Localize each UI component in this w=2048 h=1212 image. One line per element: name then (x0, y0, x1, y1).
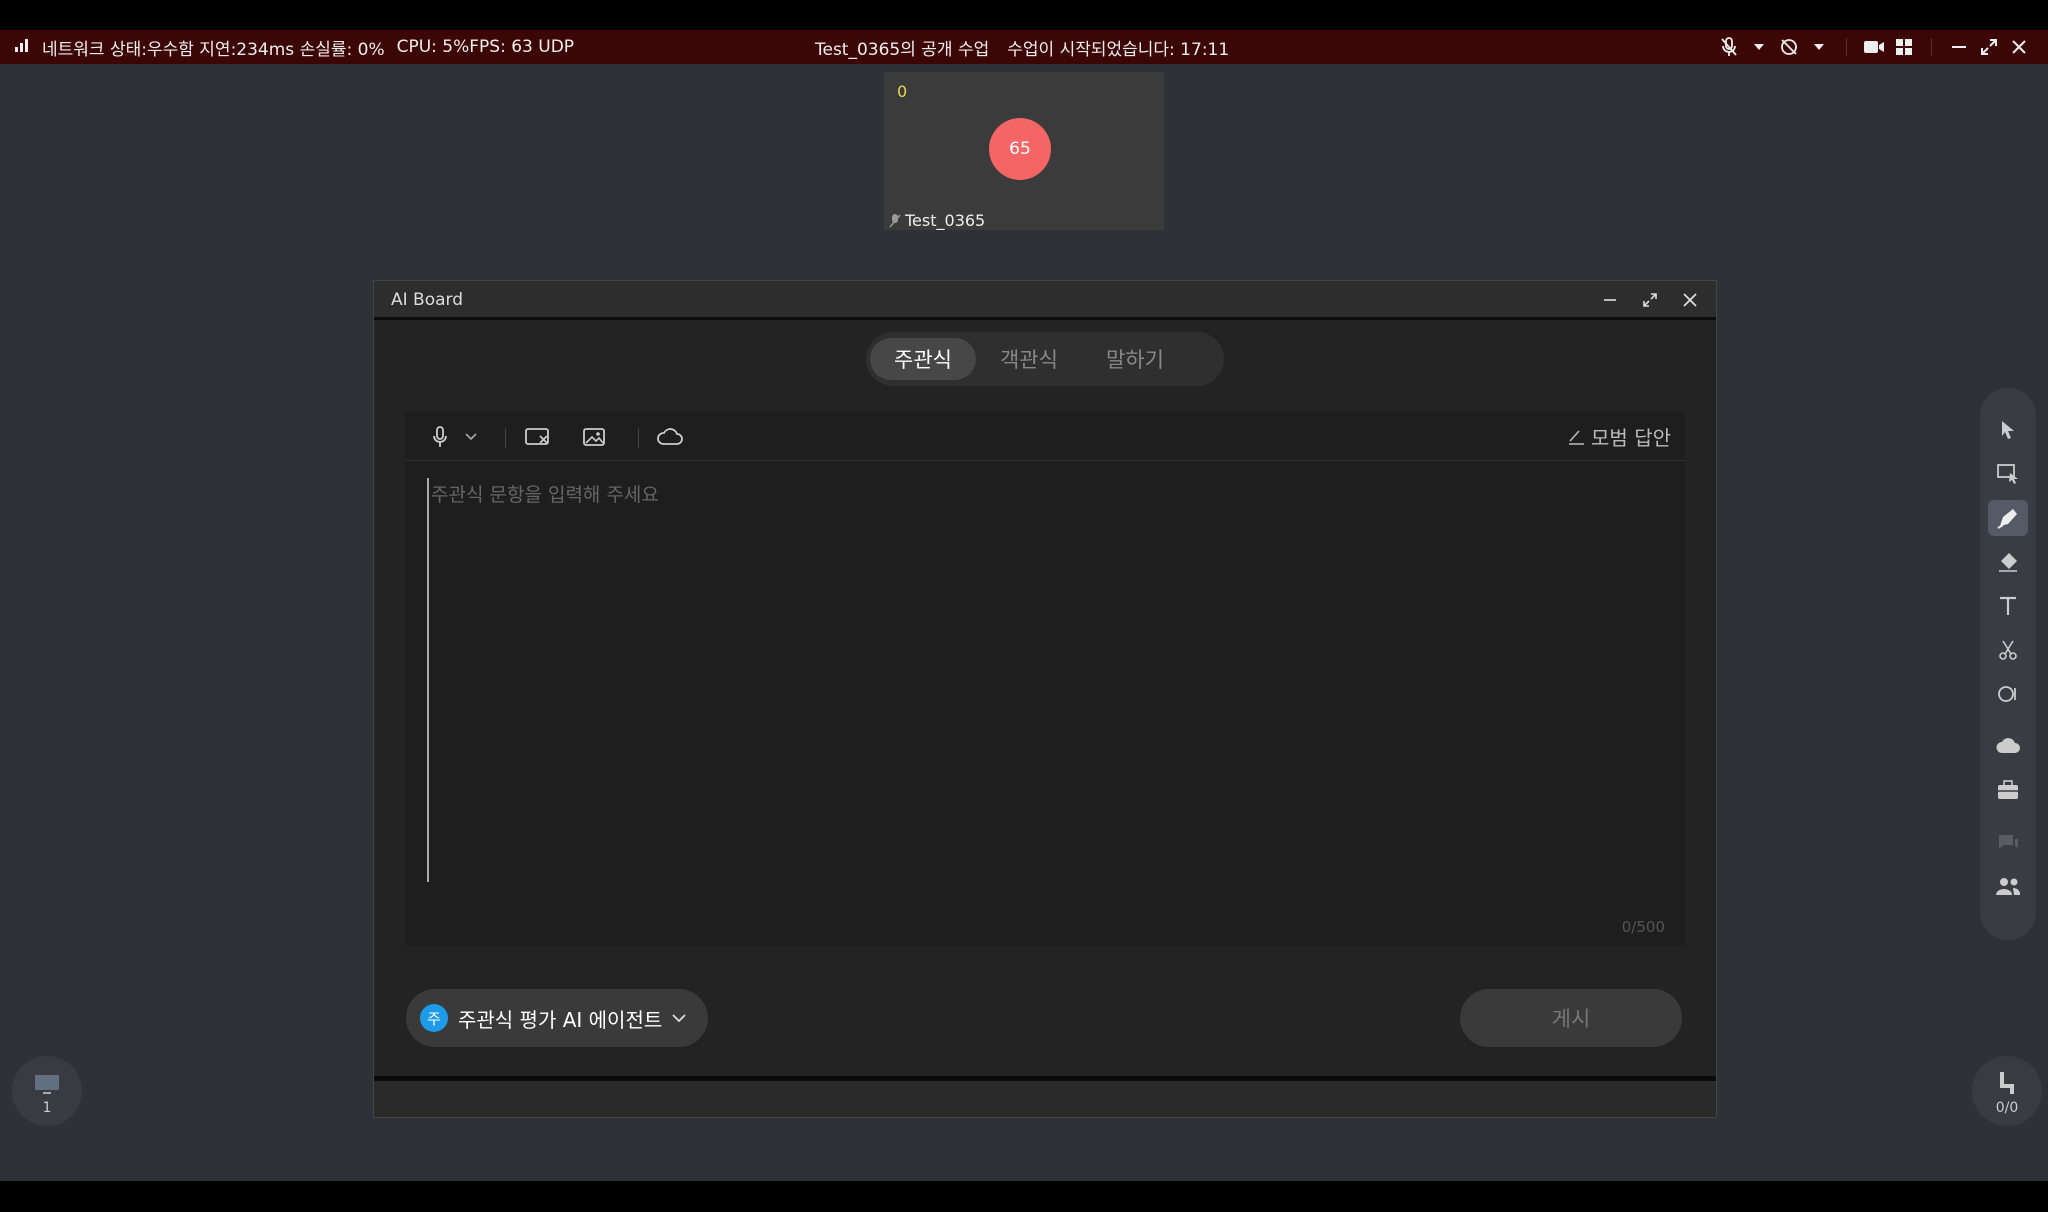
board-icon (35, 1075, 59, 1094)
top-letterbox (0, 0, 2048, 30)
chevron-down-icon[interactable] (457, 424, 485, 450)
pencil-icon (1569, 429, 1585, 445)
divider (1931, 38, 1932, 56)
ai-agent-selector[interactable]: 주 주관식 평가 AI 에이전트 (406, 989, 708, 1047)
model-answer-button[interactable]: 모범 답안 (1567, 422, 1671, 451)
tool-rail (1980, 388, 2036, 940)
model-answer-label: 모범 답안 (1591, 426, 1671, 450)
avatar: 65 (989, 118, 1051, 180)
window-titlebar[interactable]: AI Board (374, 281, 1716, 320)
participant-score: 0 (897, 82, 908, 101)
tab-subjective[interactable]: 주관식 (870, 338, 976, 380)
mic-muted-icon (889, 213, 901, 227)
editor-toolbar: 모범 답안 (405, 412, 1685, 461)
pointer-icon[interactable] (1988, 412, 2028, 448)
bottom-letterbox (0, 1181, 2048, 1212)
agent-label: 주관식 평가 AI 에이전트 (458, 1007, 663, 1032)
ai-board-window: AI Board 주관식 객관식 말하기 모범 답안 주관식 문항을 입력해 주… (373, 280, 1717, 1118)
speaker-muted-icon[interactable] (1774, 30, 1804, 64)
signal-icon (14, 37, 30, 57)
participant-name-row: Test_0365 (889, 211, 985, 230)
cloud-icon[interactable] (656, 424, 684, 450)
divider (638, 428, 639, 448)
window-footer (374, 1076, 1716, 1117)
screenshot-icon[interactable] (524, 424, 552, 450)
minimize-icon[interactable] (1597, 287, 1623, 313)
chat-icon[interactable] (1988, 824, 2028, 860)
question-type-tabs: 주관식 객관식 말하기 (866, 332, 1224, 386)
seat-count: 0/0 (1995, 1100, 2019, 1116)
tab-multiple-choice[interactable]: 객관식 (976, 338, 1082, 380)
class-title: Test_0365의 공개 수업 (815, 39, 990, 60)
shape-icon[interactable] (1988, 676, 2028, 712)
close-icon[interactable] (1677, 287, 1703, 313)
lecture-count: 1 (42, 1100, 52, 1116)
post-button[interactable]: 게시 (1460, 989, 1682, 1047)
chevron-down-icon[interactable] (1804, 30, 1834, 64)
class-status: 수업이 시작되었습니다: 17:11 (1007, 39, 1230, 60)
cloud-icon[interactable] (1988, 728, 2028, 764)
close-icon[interactable] (2004, 30, 2034, 64)
expand-icon[interactable] (1637, 287, 1663, 313)
mic-muted-icon[interactable] (1714, 30, 1744, 64)
microphone-icon[interactable] (426, 424, 454, 450)
network-status: 네트워크 상태:우수함 지연:234ms 손실률: 0% (42, 39, 385, 60)
cpu-status: CPU: 5%FPS: 63 UDP (396, 37, 575, 57)
divider (1846, 38, 1847, 56)
lecture-board-button[interactable]: 1 (12, 1056, 82, 1126)
text-icon[interactable] (1988, 588, 2028, 624)
seat-icon (2000, 1072, 2014, 1094)
question-input[interactable] (427, 478, 1663, 882)
agent-badge: 주 (420, 1004, 448, 1032)
divider (505, 428, 506, 448)
scissors-icon[interactable] (1988, 632, 2028, 668)
eraser-icon[interactable] (1988, 544, 2028, 580)
chevron-down-icon (672, 1013, 686, 1022)
question-editor: 모범 답안 0/500 (405, 412, 1685, 946)
pen-icon[interactable] (1988, 500, 2028, 536)
minimize-icon[interactable] (1944, 30, 1974, 64)
participants-icon[interactable] (1988, 868, 2028, 904)
seat-button[interactable]: 0/0 (1972, 1056, 2042, 1126)
camera-icon[interactable] (1859, 30, 1889, 64)
image-icon[interactable] (580, 424, 608, 450)
grid-layout-icon[interactable] (1889, 30, 1919, 64)
participant-name: Test_0365 (905, 211, 986, 230)
participant-video-tile[interactable]: 0 65 Test_0365 (884, 72, 1164, 230)
character-count: 0/500 (1621, 918, 1665, 936)
chevron-down-icon[interactable] (1744, 30, 1774, 64)
toolbox-icon[interactable] (1988, 772, 2028, 808)
restore-icon[interactable] (1974, 30, 2004, 64)
window-title: AI Board (391, 290, 464, 310)
status-bar: 네트워크 상태:우수함 지연:234ms 손실률: 0% CPU: 5%FPS:… (0, 30, 2048, 64)
select-area-icon[interactable] (1988, 456, 2028, 492)
tab-speaking[interactable]: 말하기 (1082, 338, 1188, 380)
